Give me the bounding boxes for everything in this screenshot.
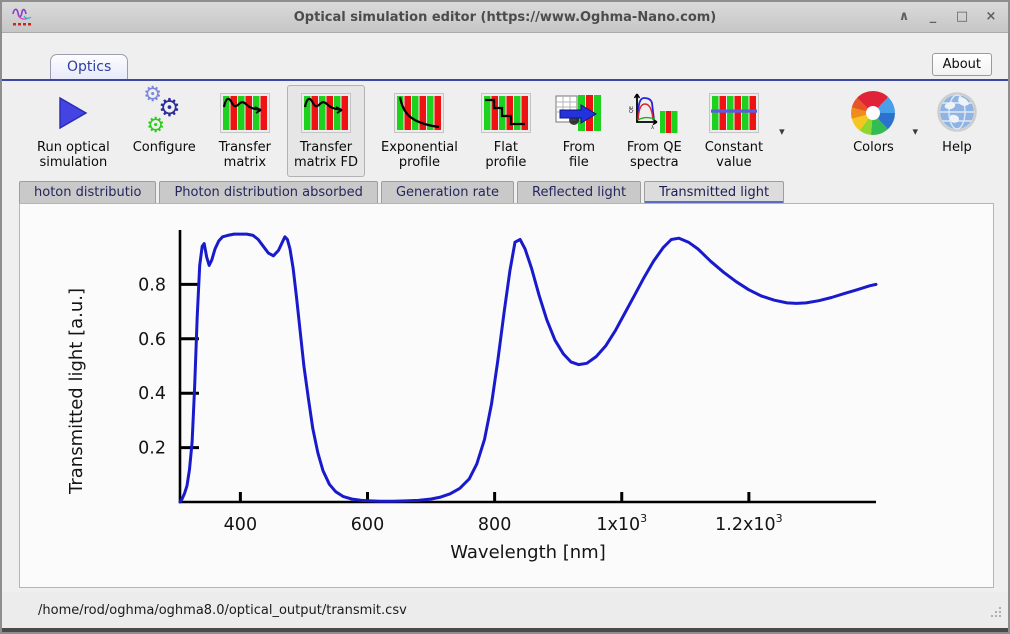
- help-button[interactable]: Help: [928, 85, 986, 162]
- about-button[interactable]: About: [932, 53, 992, 76]
- play-icon: [57, 90, 89, 136]
- tab-optics[interactable]: Optics: [50, 54, 128, 79]
- tab-reflected-light[interactable]: Reflected light: [517, 181, 641, 205]
- qe-spectra-icon: QE λ: [627, 90, 681, 136]
- svg-text:600: 600: [351, 515, 384, 535]
- layer-stack-wave-icon: [220, 90, 270, 136]
- run-optical-simulation-button[interactable]: Run optical simulation: [30, 85, 117, 177]
- resize-grip-icon[interactable]: [989, 603, 1002, 622]
- app-logo-icon: [10, 6, 36, 28]
- file-import-icon: [554, 90, 604, 136]
- toolbar-label: Transfer matrix: [219, 141, 271, 171]
- svg-text:1x103: 1x103: [596, 512, 647, 535]
- layer-stack-wave-icon: [301, 90, 351, 136]
- app-window: Optical simulation editor (https://www.O…: [0, 0, 1010, 634]
- minimize-button[interactable]: _: [926, 4, 940, 30]
- toolbar-label: From file: [563, 141, 595, 171]
- svg-text:400: 400: [224, 515, 257, 535]
- tab-generation-rate[interactable]: Generation rate: [381, 181, 514, 205]
- window-bottom-edge: [2, 628, 1008, 632]
- from-qe-spectra-button[interactable]: QE λ From QE spectra: [620, 85, 689, 177]
- svg-text:Wavelength [nm]: Wavelength [nm]: [450, 542, 606, 563]
- toolbar-label: Exponential profile: [381, 141, 458, 171]
- toolbar-label: Constant value: [705, 141, 763, 171]
- tab-photon-distribution[interactable]: hoton distributio: [19, 181, 156, 205]
- toolbar-label: Flat profile: [485, 141, 526, 171]
- layer-stack-constant-icon: [709, 90, 759, 136]
- color-wheel-icon: [851, 90, 895, 136]
- constant-value-dropdown-icon[interactable]: ▾: [779, 125, 785, 138]
- plot-panel: 0.2 0.4 0.6 0.8 400 600 800 1x103 1.2x103 Wavelen…: [19, 203, 994, 588]
- toolbar: Run optical simulation ⚙ ⚙ ⚙ Configure: [2, 81, 1008, 178]
- toolbar-label: Configure: [133, 141, 196, 156]
- toolbar-label: Help: [942, 141, 972, 156]
- maximize-button[interactable]: □: [955, 4, 969, 30]
- layer-stack-exponential-icon: [394, 90, 444, 136]
- globe-icon: [935, 90, 979, 136]
- transmitted-light-chart: 0.2 0.4 0.6 0.8 400 600 800 1x103 1.2x103 Wavelen…: [20, 204, 993, 587]
- ribbon-header: Optics About: [2, 33, 1008, 81]
- gears-icon: ⚙ ⚙ ⚙: [141, 90, 187, 136]
- svg-text:0.2: 0.2: [138, 439, 166, 459]
- svg-text:1.2x103: 1.2x103: [715, 512, 782, 535]
- toolbar-label: Transfer matrix FD: [294, 141, 358, 171]
- colors-button[interactable]: Colors: [844, 85, 902, 162]
- svg-text:0.4: 0.4: [138, 384, 166, 404]
- tab-transmitted-light[interactable]: Transmitted light: [644, 181, 784, 205]
- svg-text:0.8: 0.8: [138, 275, 166, 295]
- svg-text:Transmitted light [a.u.]: Transmitted light [a.u.]: [66, 288, 87, 495]
- tab-photon-distribution-absorbed[interactable]: Photon distribution absorbed: [159, 181, 377, 205]
- title-bar[interactable]: Optical simulation editor (https://www.O…: [2, 2, 1008, 33]
- svg-text:0.6: 0.6: [138, 330, 166, 350]
- transfer-matrix-fd-button[interactable]: Transfer matrix FD: [287, 85, 365, 177]
- toolbar-label: Colors: [853, 141, 894, 156]
- transfer-matrix-button[interactable]: Transfer matrix: [212, 85, 278, 177]
- colors-dropdown-icon[interactable]: ▾: [912, 125, 918, 138]
- svg-text:800: 800: [478, 515, 511, 535]
- configure-button[interactable]: ⚙ ⚙ ⚙ Configure: [126, 85, 203, 162]
- layer-stack-step-icon: [481, 90, 531, 136]
- view-tab-bar: hoton distributio Photon distribution ab…: [19, 181, 784, 205]
- exponential-profile-button[interactable]: Exponential profile: [374, 85, 465, 177]
- toolbar-label: From QE spectra: [627, 141, 682, 171]
- svg-text:λ: λ: [651, 125, 654, 131]
- close-button[interactable]: ×: [984, 4, 998, 30]
- toolbar-label: Run optical simulation: [37, 141, 110, 171]
- status-bar: /home/rod/oghma/oghma8.0/optical_output/…: [2, 592, 1008, 628]
- shade-button[interactable]: ∧: [897, 4, 911, 30]
- constant-value-button[interactable]: Constant value: [698, 85, 770, 177]
- status-file-path: /home/rod/oghma/oghma8.0/optical_output/…: [38, 603, 407, 618]
- flat-profile-button[interactable]: Flat profile: [474, 85, 538, 177]
- window-title: Optical simulation editor (https://www.O…: [2, 10, 1008, 25]
- svg-text:QE: QE: [629, 106, 635, 113]
- from-file-button[interactable]: From file: [547, 85, 611, 177]
